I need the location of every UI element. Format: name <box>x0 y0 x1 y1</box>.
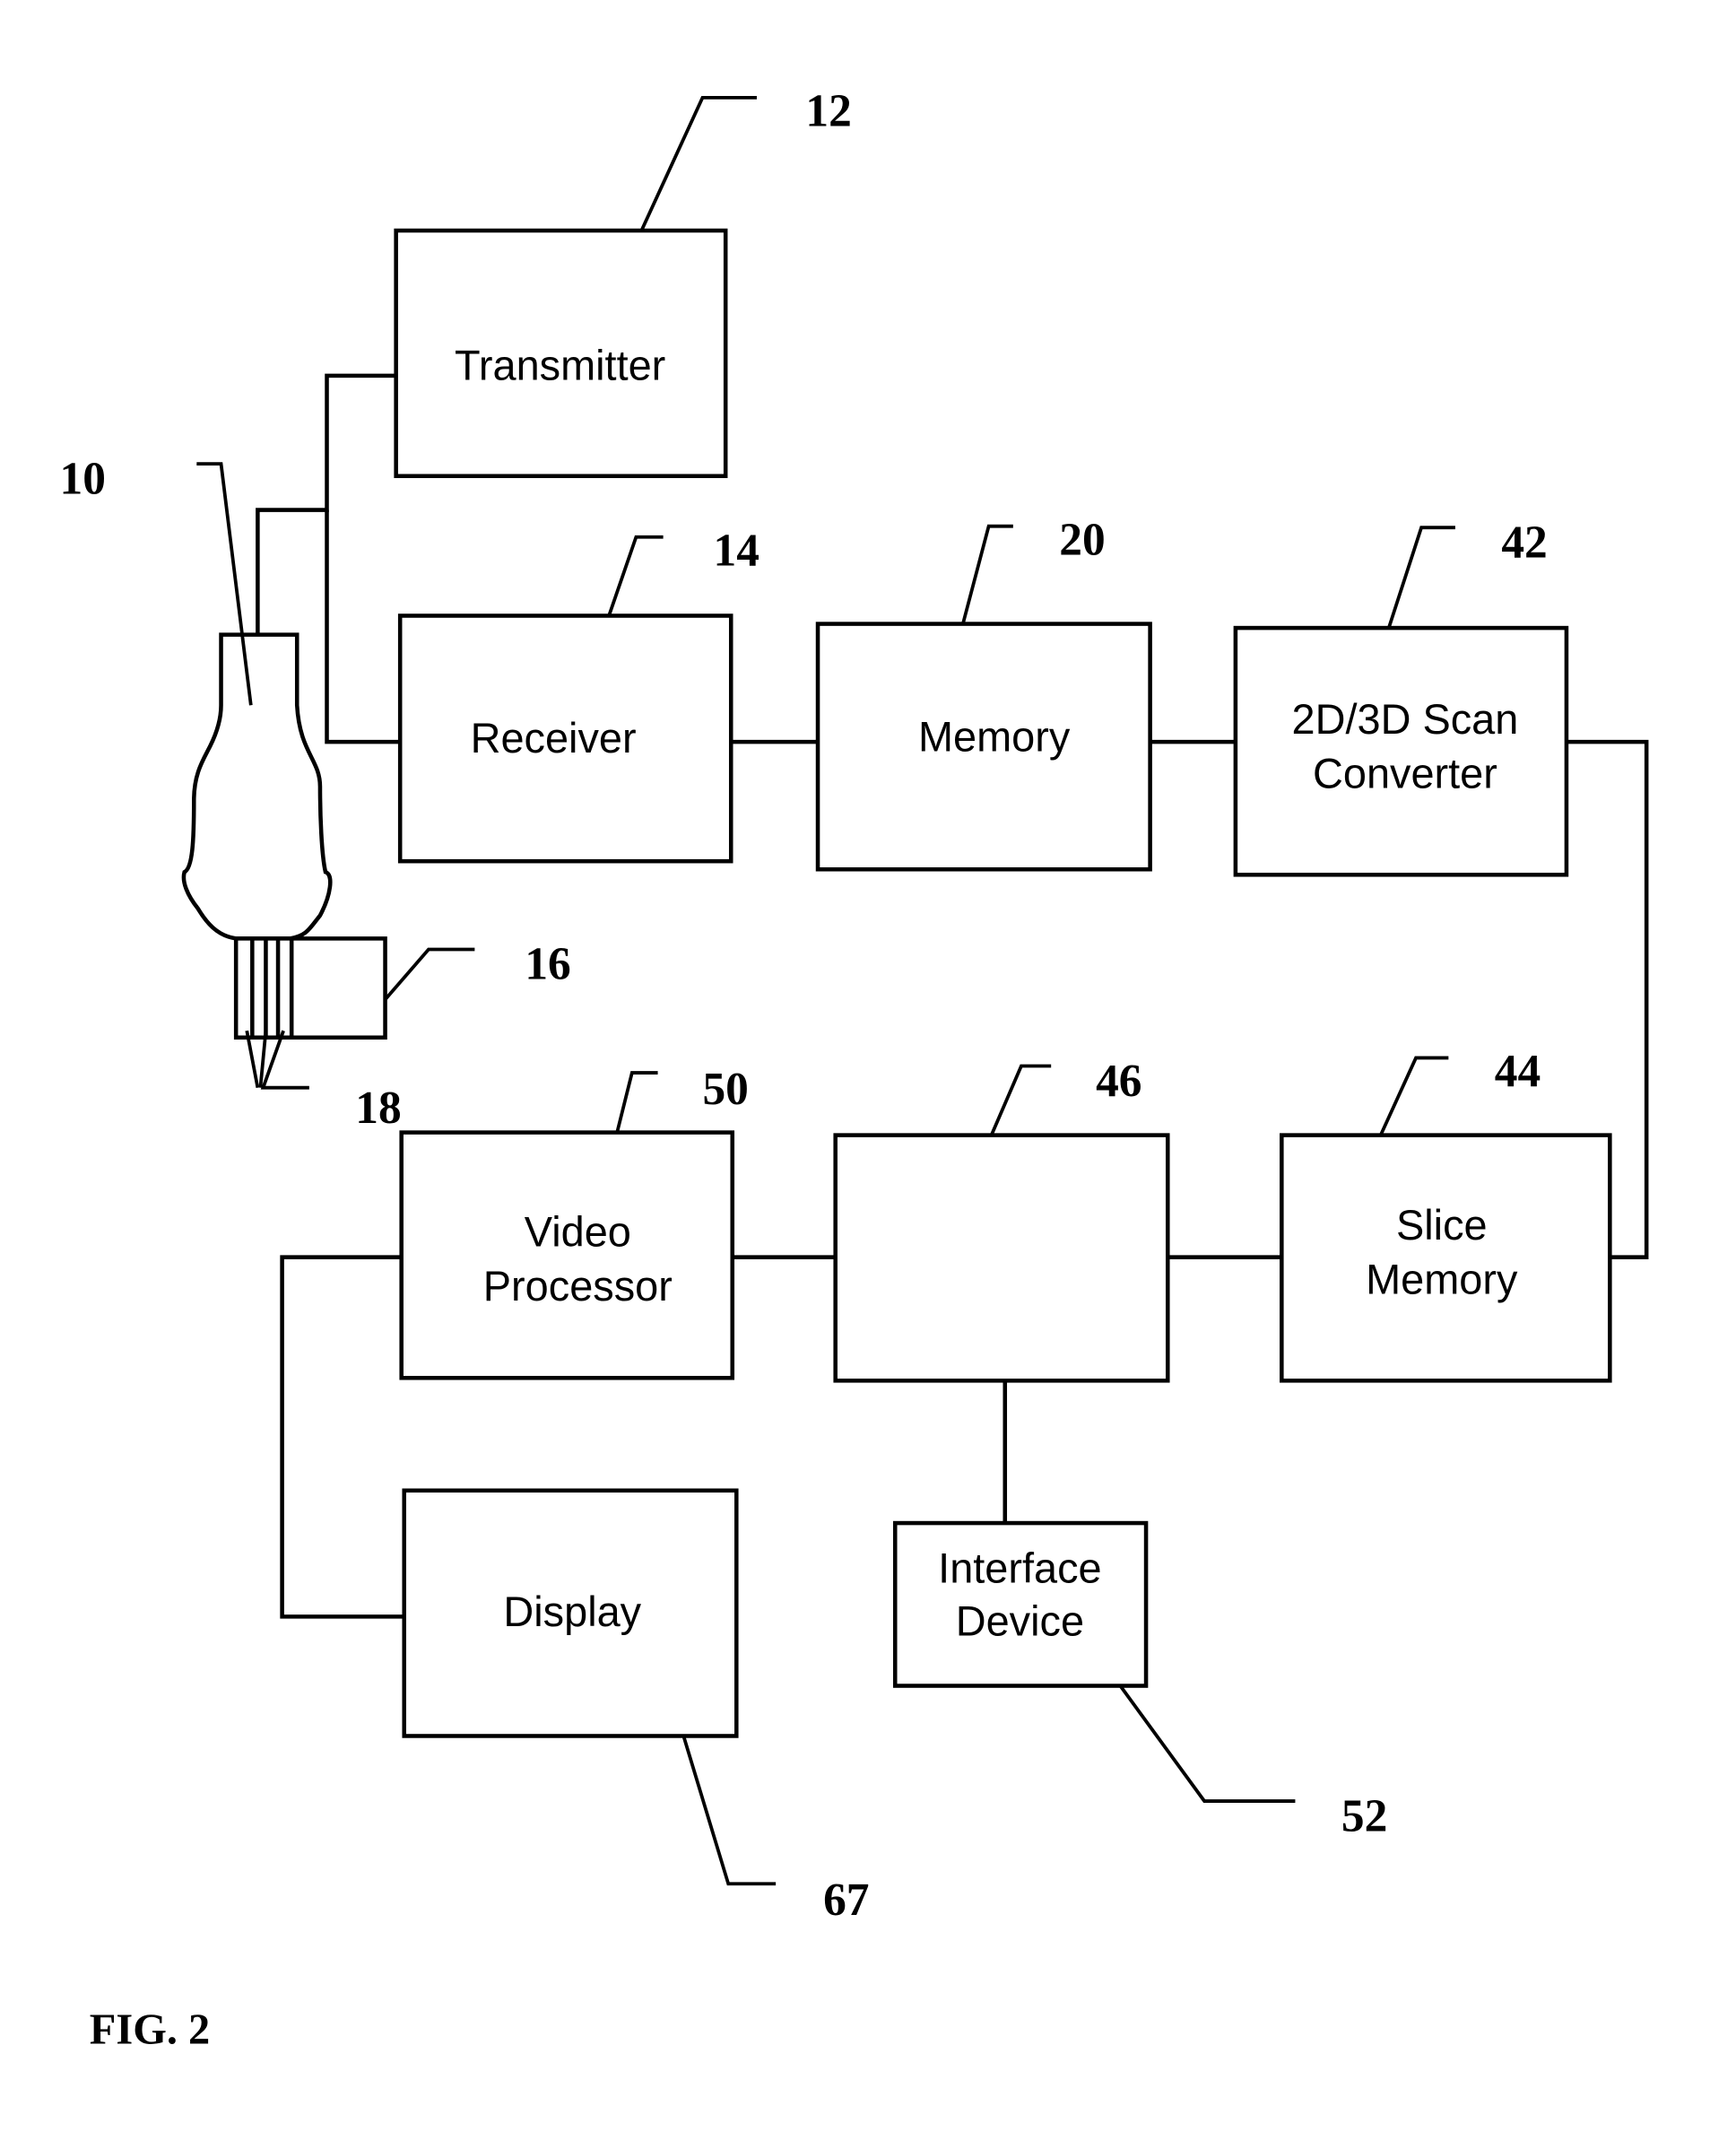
wire-videoprocessor-display <box>280 1255 404 1619</box>
leader-67 <box>681 1735 777 1886</box>
processing-block-46 <box>833 1133 1170 1383</box>
ref-52: 52 <box>1341 1790 1387 1841</box>
ref-20: 20 <box>1059 514 1105 565</box>
leader-44 <box>1379 1056 1449 1136</box>
ref-12: 12 <box>805 86 851 137</box>
ref-44: 44 <box>1495 1046 1541 1097</box>
leader-20 <box>961 524 1013 625</box>
ref-46: 46 <box>1096 1056 1141 1107</box>
ref-14: 14 <box>714 526 760 577</box>
block-diagram: Transmitter Receiver Memory 2D/3D Scan C… <box>60 86 1649 2054</box>
display-label: Display <box>503 1588 641 1635</box>
video-processor-label-line1: Video <box>525 1209 631 1256</box>
connection-wires <box>256 373 1649 1619</box>
slice-memory-label-line1: Slice <box>1396 1202 1488 1249</box>
interface-device-label-line1: Interface <box>938 1545 1101 1592</box>
leader-12 <box>639 95 757 231</box>
interface-device-label-line2: Device <box>956 1598 1084 1645</box>
probe-body <box>181 632 333 941</box>
figure-caption: FIG. 2 <box>90 2006 210 2054</box>
ref-18: 18 <box>355 1083 401 1134</box>
slice-memory-label-line2: Memory <box>1366 1257 1518 1303</box>
scan-converter-label-line2: Converter <box>1313 751 1497 797</box>
probe-element-block <box>233 936 387 1040</box>
scan-converter-label-line1: 2D/3D Scan <box>1292 696 1519 743</box>
receiver-label: Receiver <box>471 715 637 761</box>
leader-46 <box>989 1064 1052 1136</box>
memory-label: Memory <box>918 714 1071 761</box>
leader-52 <box>1118 1684 1296 1803</box>
leader-42 <box>1387 526 1455 629</box>
ref-16: 16 <box>525 939 570 990</box>
leader-14 <box>607 535 664 617</box>
video-processor-label-line2: Processor <box>483 1263 673 1310</box>
ref-42: 42 <box>1501 517 1547 568</box>
ultrasound-probe <box>181 632 387 1090</box>
wire-bus-receiver <box>325 509 401 744</box>
leader-16 <box>384 947 475 1001</box>
leader-10 <box>196 462 253 706</box>
ref-67: 67 <box>823 1875 869 1926</box>
ref-50: 50 <box>702 1064 748 1115</box>
transmitter-label: Transmitter <box>455 342 665 388</box>
ref-10: 10 <box>60 453 106 504</box>
leader-50 <box>615 1071 658 1134</box>
